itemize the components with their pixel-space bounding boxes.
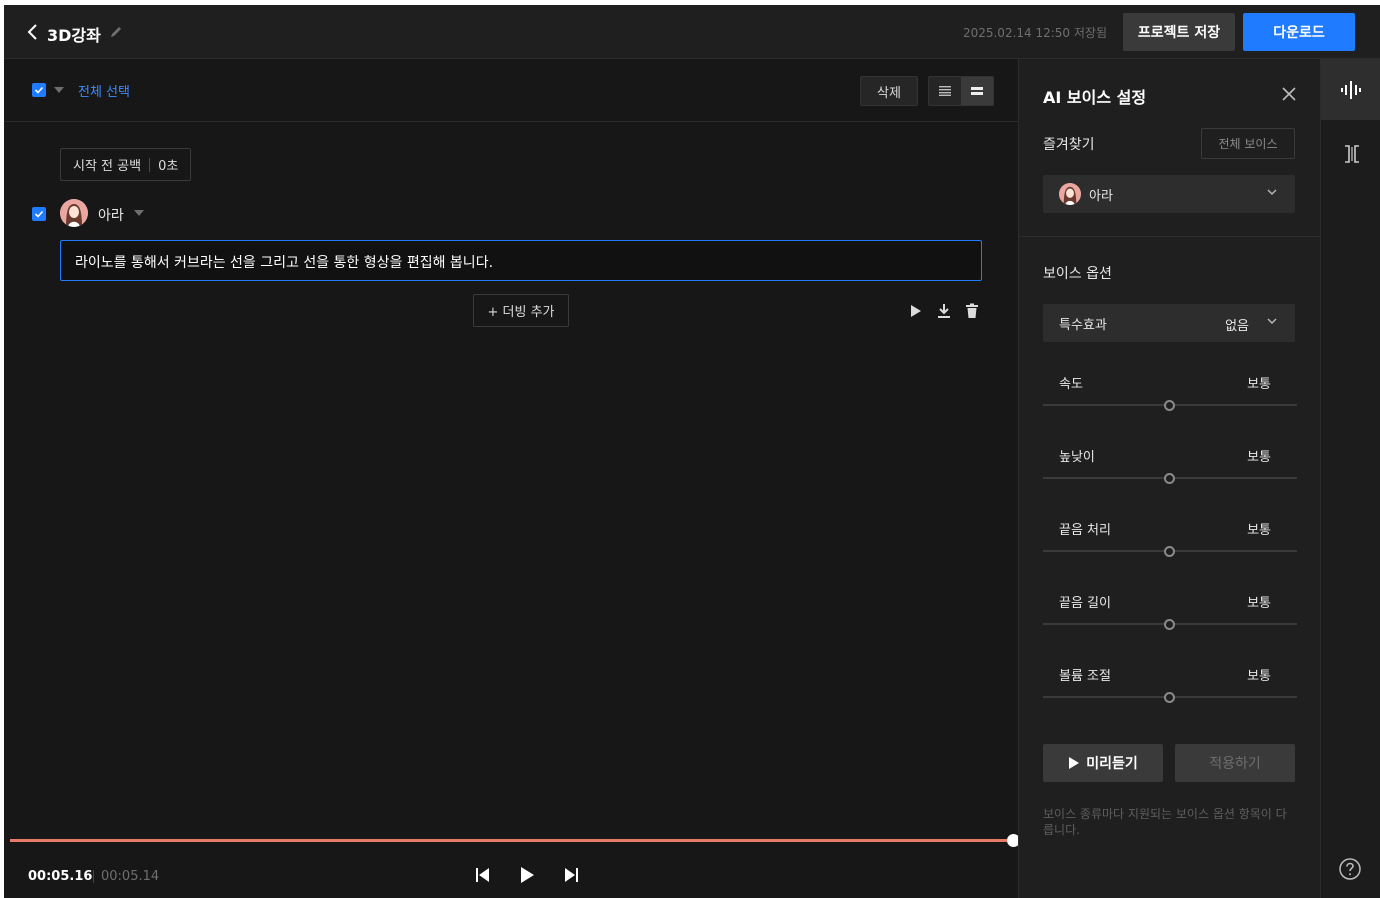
waveform-icon xyxy=(1341,80,1361,99)
current-time: 00:05.16 xyxy=(28,869,93,884)
play-icon xyxy=(1069,757,1080,769)
all-voices-button[interactable]: 전체 보이스 xyxy=(1201,128,1295,159)
download-button[interactable]: 다운로드 xyxy=(1243,13,1355,51)
trash-icon[interactable] xyxy=(964,303,980,319)
slider-value: 보통 xyxy=(1247,523,1271,538)
volume-slider[interactable]: 볼륨 조절 보통 xyxy=(1043,665,1297,715)
side-rail xyxy=(1320,59,1380,898)
skip-forward-icon[interactable] xyxy=(561,865,581,885)
chevron-down-icon xyxy=(1267,189,1277,195)
panel-title: AI 보이스 설정 xyxy=(1043,88,1147,107)
ai-voice-settings-panel: AI 보이스 설정 즐겨찾기 전체 보이스 아라 보이스 옵션 특수효과 없음 xyxy=(1018,59,1321,898)
preview-button[interactable]: 미리듣기 xyxy=(1043,744,1163,782)
favorites-label: 즐겨찾기 xyxy=(1043,137,1095,153)
slider-handle[interactable] xyxy=(1163,619,1175,630)
card-view-icon xyxy=(971,87,983,95)
checkmark-icon xyxy=(34,86,44,94)
voice-avatar xyxy=(60,199,88,227)
special-effect-select[interactable]: 특수효과 없음 xyxy=(1043,304,1295,342)
avatar-image xyxy=(1059,183,1081,205)
slider-value: 보통 xyxy=(1247,669,1271,684)
play-icon[interactable] xyxy=(908,303,924,319)
list-view-button[interactable] xyxy=(929,77,961,105)
skip-back-icon[interactable] xyxy=(473,865,493,885)
header-bar: 3D강좌 2025.02.14 12:50 저장됨 프로젝트 저장 다운로드 xyxy=(4,5,1380,59)
timeline-progress[interactable] xyxy=(10,839,1013,842)
avatar-image xyxy=(60,199,88,227)
script-editor: 전체 선택 삭제 시작 전 공백 0초 아라 라이노를 통해서 커브라는 선을 … xyxy=(4,59,1020,898)
chevron-down-icon xyxy=(1267,318,1277,324)
voice-options-note: 보이스 종류마다 지원되는 보이스 옵션 항목이 다릅니다. xyxy=(1043,807,1287,837)
close-icon[interactable] xyxy=(1281,86,1297,102)
favorite-voice-select[interactable]: 아라 xyxy=(1043,175,1295,213)
view-toggle xyxy=(928,76,994,106)
apply-button[interactable]: 적용하기 xyxy=(1175,744,1295,782)
split-icon[interactable] xyxy=(1341,144,1363,164)
project-title: 3D강좌 xyxy=(47,26,101,45)
slider-handle[interactable] xyxy=(1163,692,1175,703)
slider-label: 끝음 길이 xyxy=(1059,596,1111,611)
slider-value: 보통 xyxy=(1247,377,1271,392)
card-view-button[interactable] xyxy=(961,77,993,105)
favorite-voice-name: 아라 xyxy=(1089,188,1113,204)
slider-handle[interactable] xyxy=(1163,400,1175,411)
total-time: 00:05.14 xyxy=(101,869,160,884)
speed-slider[interactable]: 속도 보통 xyxy=(1043,373,1297,423)
voice-name[interactable]: 아라 xyxy=(98,205,124,225)
slider-label: 끝음 처리 xyxy=(1059,523,1111,538)
row-checkbox[interactable] xyxy=(32,207,46,221)
editor-toolbar: 전체 선택 삭제 xyxy=(4,59,1018,122)
slider-value: 보통 xyxy=(1247,450,1271,465)
checkmark-icon xyxy=(34,210,44,218)
slider-label: 볼륨 조절 xyxy=(1059,669,1111,684)
ending-tone-slider[interactable]: 끝음 처리 보통 xyxy=(1043,519,1297,569)
help-icon[interactable] xyxy=(1339,858,1361,880)
preview-label: 미리듣기 xyxy=(1086,756,1138,772)
start-gap-label: 시작 전 공백 xyxy=(73,159,142,174)
back-icon[interactable] xyxy=(26,22,40,42)
pencil-icon[interactable] xyxy=(109,25,123,39)
slider-handle[interactable] xyxy=(1163,546,1175,557)
play-icon[interactable] xyxy=(517,865,537,885)
divider xyxy=(1019,236,1321,237)
saved-status: 2025.02.14 12:50 저장됨 xyxy=(962,26,1107,40)
slider-value: 보통 xyxy=(1247,596,1271,611)
voice-tab-button[interactable] xyxy=(1321,59,1380,120)
add-dubbing-button[interactable]: + 더빙 추가 xyxy=(473,294,569,327)
voice-options-label: 보이스 옵션 xyxy=(1043,266,1112,282)
select-all-checkbox[interactable] xyxy=(32,83,46,97)
ending-length-slider[interactable]: 끝음 길이 보통 xyxy=(1043,592,1297,642)
slider-handle[interactable] xyxy=(1163,473,1175,484)
slider-label: 속도 xyxy=(1059,377,1083,392)
pitch-slider[interactable]: 높낮이 보통 xyxy=(1043,446,1297,496)
delete-button[interactable]: 삭제 xyxy=(860,76,918,106)
start-gap-control[interactable]: 시작 전 공백 0초 xyxy=(60,148,191,181)
special-effect-value: 없음 xyxy=(1225,319,1249,334)
caret-down-icon[interactable] xyxy=(134,210,144,216)
app-window: 3D강좌 2025.02.14 12:50 저장됨 프로젝트 저장 다운로드 전… xyxy=(4,5,1380,898)
list-view-icon xyxy=(939,86,951,96)
download-icon[interactable] xyxy=(936,303,952,319)
special-effect-label: 특수효과 xyxy=(1059,317,1107,333)
start-gap-value: 0초 xyxy=(158,159,179,174)
slider-label: 높낮이 xyxy=(1059,450,1095,465)
divider xyxy=(93,870,94,883)
save-project-button[interactable]: 프로젝트 저장 xyxy=(1123,13,1235,51)
caret-down-icon[interactable] xyxy=(54,87,64,93)
script-text-input[interactable]: 라이노를 통해서 커브라는 선을 그리고 선을 통한 형상을 편집해 봅니다. xyxy=(60,240,982,281)
select-all-label[interactable]: 전체 선택 xyxy=(78,81,130,100)
voice-avatar xyxy=(1059,183,1081,205)
